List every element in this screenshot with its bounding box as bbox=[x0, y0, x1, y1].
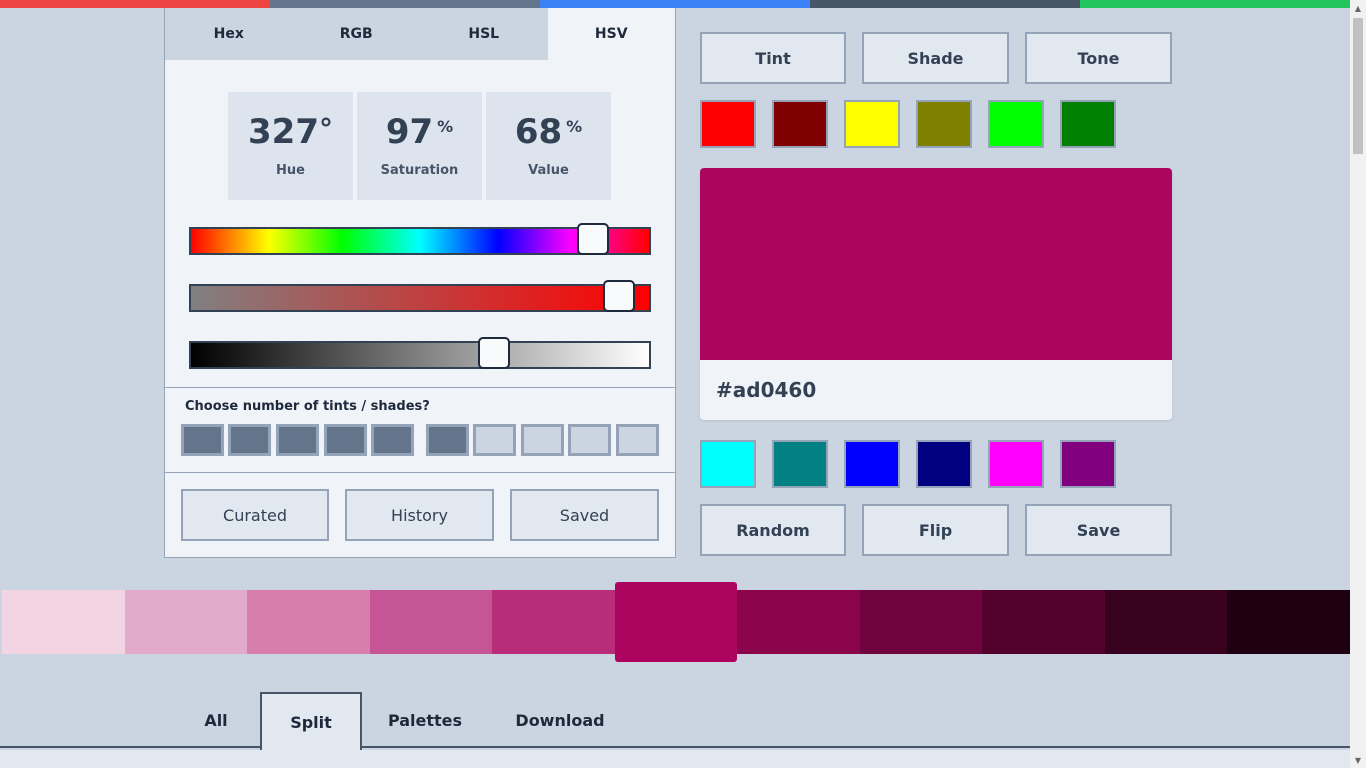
complement-swatch[interactable] bbox=[1060, 440, 1116, 488]
saved-button[interactable]: Saved bbox=[510, 489, 659, 541]
tints-count-box[interactable] bbox=[276, 424, 319, 456]
strip-swatch[interactable] bbox=[982, 590, 1105, 654]
top-color-segment bbox=[540, 0, 810, 8]
value-readout: 68% Value bbox=[486, 92, 611, 200]
top-color-segment bbox=[270, 0, 540, 8]
hue-unit: ° bbox=[318, 111, 333, 145]
complement-swatch[interactable] bbox=[988, 440, 1044, 488]
vertical-scrollbar[interactable]: ▲ ▼ bbox=[1350, 0, 1366, 768]
harmony-swatch[interactable] bbox=[700, 100, 756, 148]
saturation-value: 97 bbox=[385, 111, 434, 152]
tints-count-box[interactable] bbox=[616, 424, 659, 456]
harmony-swatch[interactable] bbox=[772, 100, 828, 148]
value-slider-handle[interactable] bbox=[478, 337, 511, 369]
complement-swatch[interactable] bbox=[844, 440, 900, 488]
tints-count-section: Choose number of tints / shades? bbox=[165, 387, 675, 473]
strip-swatch[interactable] bbox=[737, 590, 860, 654]
color-preview bbox=[700, 168, 1172, 360]
tab-download[interactable]: Download bbox=[500, 692, 620, 748]
strip-swatch[interactable] bbox=[859, 590, 983, 654]
strip-swatch[interactable] bbox=[369, 590, 493, 654]
harmony-swatch[interactable] bbox=[988, 100, 1044, 148]
color-hex-label: #ad0460 bbox=[716, 378, 817, 402]
hsv-readouts: 327 ° Hue 97% Saturation 68% Value bbox=[228, 92, 611, 200]
strip-swatch[interactable] bbox=[2, 590, 125, 654]
top-color-segment bbox=[810, 0, 1080, 8]
hue-slider[interactable] bbox=[189, 223, 651, 255]
scroll-down-arrow-icon[interactable]: ▼ bbox=[1350, 752, 1366, 768]
tone-button[interactable]: Tone bbox=[1025, 32, 1172, 84]
shade-button[interactable]: Shade bbox=[862, 32, 1009, 84]
tints-count-box[interactable] bbox=[568, 424, 611, 456]
tints-count-box[interactable] bbox=[228, 424, 271, 456]
hue-readout: 327 ° Hue bbox=[228, 92, 353, 200]
top-color-bar bbox=[0, 0, 1350, 8]
selected-strip-swatch[interactable] bbox=[614, 582, 738, 662]
strip-swatch[interactable] bbox=[247, 590, 370, 654]
strip-swatch[interactable] bbox=[1104, 590, 1228, 654]
complement-swatch[interactable] bbox=[772, 440, 828, 488]
tints-count-box[interactable] bbox=[181, 424, 224, 456]
strip-swatch[interactable] bbox=[1227, 590, 1351, 654]
scrollbar-thumb[interactable] bbox=[1353, 18, 1363, 154]
hue-slider-handle[interactable] bbox=[577, 223, 610, 255]
tab-hsl[interactable]: HSL bbox=[420, 8, 548, 60]
random-button[interactable]: Random bbox=[700, 504, 846, 556]
strip-swatch[interactable] bbox=[124, 590, 248, 654]
top-color-segment bbox=[1080, 0, 1350, 8]
history-button[interactable]: History bbox=[345, 489, 494, 541]
complement-swatch[interactable] bbox=[700, 440, 756, 488]
tab-palettes[interactable]: Palettes bbox=[362, 692, 488, 748]
tint-button[interactable]: Tint bbox=[700, 32, 846, 84]
tints-question: Choose number of tints / shades? bbox=[185, 399, 430, 414]
tints-count-box[interactable] bbox=[473, 424, 516, 456]
color-mode-panel: Hex RGB HSL HSV 327 ° Hue 97% Saturation … bbox=[164, 8, 676, 558]
harmony-swatch[interactable] bbox=[844, 100, 900, 148]
tab-content-area bbox=[0, 750, 1350, 768]
top-color-segment bbox=[0, 0, 270, 8]
tab-hsv[interactable]: HSV bbox=[547, 8, 675, 60]
value-label: Value bbox=[528, 162, 569, 178]
hue-label: Hue bbox=[276, 162, 305, 178]
flip-button[interactable]: Flip bbox=[862, 504, 1009, 556]
tint-shade-strip bbox=[2, 582, 1351, 662]
saturation-unit: % bbox=[437, 116, 454, 136]
saturation-slider[interactable] bbox=[189, 280, 651, 312]
tints-count-box[interactable] bbox=[371, 424, 414, 456]
tints-count-box[interactable] bbox=[521, 424, 564, 456]
tab-rgb[interactable]: RGB bbox=[293, 8, 421, 60]
strip-swatch[interactable] bbox=[492, 590, 615, 654]
color-preview-card: #ad0460 bbox=[700, 168, 1172, 420]
tab-all[interactable]: All bbox=[172, 692, 260, 748]
tab-split[interactable]: Split bbox=[260, 692, 362, 750]
strip-swatch[interactable] bbox=[614, 582, 738, 662]
harmony-swatch[interactable] bbox=[916, 100, 972, 148]
saturation-readout: 97% Saturation bbox=[357, 92, 482, 200]
saturation-label: Saturation bbox=[380, 162, 459, 178]
hue-value: 327 bbox=[248, 111, 319, 152]
harmony-swatch[interactable] bbox=[1060, 100, 1116, 148]
tints-count-box[interactable] bbox=[426, 424, 469, 456]
tints-count-box[interactable] bbox=[324, 424, 367, 456]
save-button[interactable]: Save bbox=[1025, 504, 1172, 556]
mode-tabs: Hex RGB HSL HSV bbox=[165, 8, 675, 60]
saturation-slider-handle[interactable] bbox=[602, 280, 635, 312]
complement-swatch[interactable] bbox=[916, 440, 972, 488]
scroll-up-arrow-icon[interactable]: ▲ bbox=[1350, 0, 1366, 16]
value-value: 68 bbox=[514, 111, 563, 152]
value-slider[interactable] bbox=[189, 337, 651, 369]
curated-button[interactable]: Curated bbox=[181, 489, 329, 541]
tab-hex[interactable]: Hex bbox=[165, 8, 293, 60]
bottom-tabs: All Split Palettes Download bbox=[0, 692, 1350, 750]
value-unit: % bbox=[566, 116, 583, 136]
